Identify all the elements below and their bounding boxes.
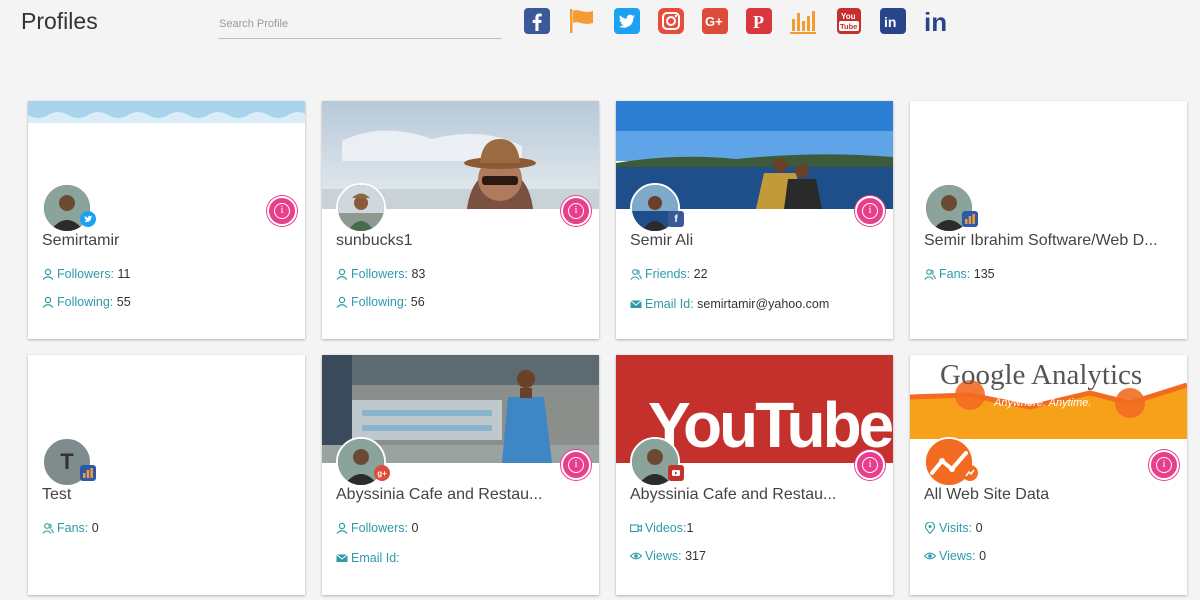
pin-icon — [924, 522, 936, 534]
stat-views: Views: 317 — [630, 549, 706, 563]
linkedin-icon[interactable]: in — [923, 7, 951, 35]
profile-banner: Google Analytics Anywhere. Anytime. — [910, 355, 1187, 439]
info-icon: i — [1156, 457, 1172, 473]
profile-card[interactable]: Semir Ibrahim Software/Web D... Fans: 13… — [910, 101, 1187, 339]
info-icon: i — [568, 203, 584, 219]
instagram-icon[interactable] — [657, 7, 685, 35]
user-icon — [42, 268, 54, 280]
mail-icon — [336, 554, 348, 562]
users-icon — [924, 269, 936, 280]
top-bar: Profiles G+ P YouTube — [0, 0, 1200, 60]
info-icon: i — [274, 203, 290, 219]
google-plus-icon[interactable]: G+ — [701, 7, 729, 35]
info-button[interactable]: i — [855, 196, 885, 226]
users-icon — [630, 269, 642, 280]
svg-text:You: You — [841, 12, 856, 21]
profile-card[interactable]: Google Analytics Anywhere. Anytime. i Al… — [910, 355, 1187, 595]
youtube-icon[interactable]: You Tube — [835, 7, 863, 35]
user-icon — [336, 268, 348, 280]
svg-text:Tube: Tube — [840, 22, 857, 31]
info-icon: i — [862, 457, 878, 473]
svg-text:G+: G+ — [705, 14, 723, 29]
stat-videos: Videos:1 — [630, 521, 693, 535]
mail-icon — [630, 300, 642, 308]
profile-banner — [28, 101, 305, 123]
youtube-banner-text: YouTube — [648, 389, 893, 461]
users-icon — [42, 523, 54, 534]
profile-card[interactable]: YouTube i Abyssinia Cafe and Restau... V… — [616, 355, 893, 595]
facebook-icon[interactable] — [523, 7, 551, 35]
info-button[interactable]: i — [561, 450, 591, 480]
facebook-badge-icon: f — [668, 211, 684, 227]
stat-followers: Followers: 11 — [42, 267, 130, 281]
youtube-badge-icon — [668, 465, 684, 481]
stat-email: Email Id: semirtamir@yahoo.com — [630, 297, 829, 311]
pinterest-icon[interactable]: P — [745, 7, 773, 35]
stat-followers: Followers: 83 — [336, 267, 425, 281]
video-icon — [630, 524, 642, 533]
info-button[interactable]: i — [1149, 450, 1179, 480]
analytics-badge-icon — [962, 465, 978, 481]
search-input[interactable] — [218, 10, 502, 39]
eye-icon — [630, 552, 642, 560]
profile-name: sunbucks1 — [336, 232, 413, 249]
linkedin-box-icon[interactable]: in — [879, 7, 907, 35]
user-icon — [336, 522, 348, 534]
user-icon — [336, 296, 348, 308]
profile-name: Semir Ali — [630, 232, 694, 249]
stat-email: Email Id: — [336, 551, 400, 565]
info-button[interactable]: i — [267, 196, 297, 226]
profile-card[interactable]: g+ i Abyssinia Cafe and Restau... Follow… — [322, 355, 599, 595]
stat-visits: Visits: 0 — [924, 521, 983, 535]
avatar — [336, 183, 386, 233]
svg-text:in: in — [924, 7, 947, 35]
profile-name: Semir Ibrahim Software/Web D... — [924, 232, 1158, 249]
eye-icon — [924, 552, 936, 560]
svg-text:in: in — [884, 14, 896, 30]
analytics-icon[interactable] — [789, 7, 817, 35]
profile-card[interactable]: T Test Fans: 0 — [28, 355, 305, 595]
user-icon — [42, 296, 54, 308]
info-button[interactable]: i — [561, 196, 591, 226]
twitter-badge-icon — [80, 211, 96, 227]
stat-fans: Fans: 135 — [924, 267, 995, 281]
google-plus-badge-icon: g+ — [374, 465, 390, 481]
page-badge-icon — [962, 211, 978, 227]
stat-following: Following: 55 — [42, 295, 131, 309]
profile-name: Semirtamir — [42, 232, 120, 249]
stat-following: Following: 56 — [336, 295, 425, 309]
profile-card[interactable]: i Semirtamir Followers: 11 Following: 55 — [28, 101, 305, 339]
twitter-icon[interactable] — [613, 7, 641, 35]
profile-card[interactable]: f i Semir Ali Friends: 22 Email Id: semi… — [616, 101, 893, 339]
flag-icon[interactable] — [567, 7, 595, 35]
page-badge-icon — [80, 465, 96, 481]
stat-fans: Fans: 0 — [42, 521, 99, 535]
profile-card[interactable]: i sunbucks1 Followers: 83 Following: 56 — [322, 101, 599, 339]
profile-name: Abyssinia Cafe and Restau... — [630, 486, 837, 503]
stat-views: Views: 0 — [924, 549, 986, 563]
svg-text:P: P — [753, 12, 764, 32]
page-title: Profiles — [21, 8, 98, 34]
info-button[interactable]: i — [855, 450, 885, 480]
profile-name: All Web Site Data — [924, 486, 1050, 503]
analytics-banner-subtitle: Anywhere. Anytime. — [994, 397, 1092, 409]
info-icon: i — [568, 457, 584, 473]
profile-name: Test — [42, 486, 72, 503]
stat-followers: Followers: 0 — [336, 521, 418, 535]
analytics-banner-title: Google Analytics — [940, 359, 1143, 391]
profile-name: Abyssinia Cafe and Restau... — [336, 486, 543, 503]
stat-friends: Friends: 22 — [630, 267, 708, 281]
info-icon: i — [862, 203, 878, 219]
